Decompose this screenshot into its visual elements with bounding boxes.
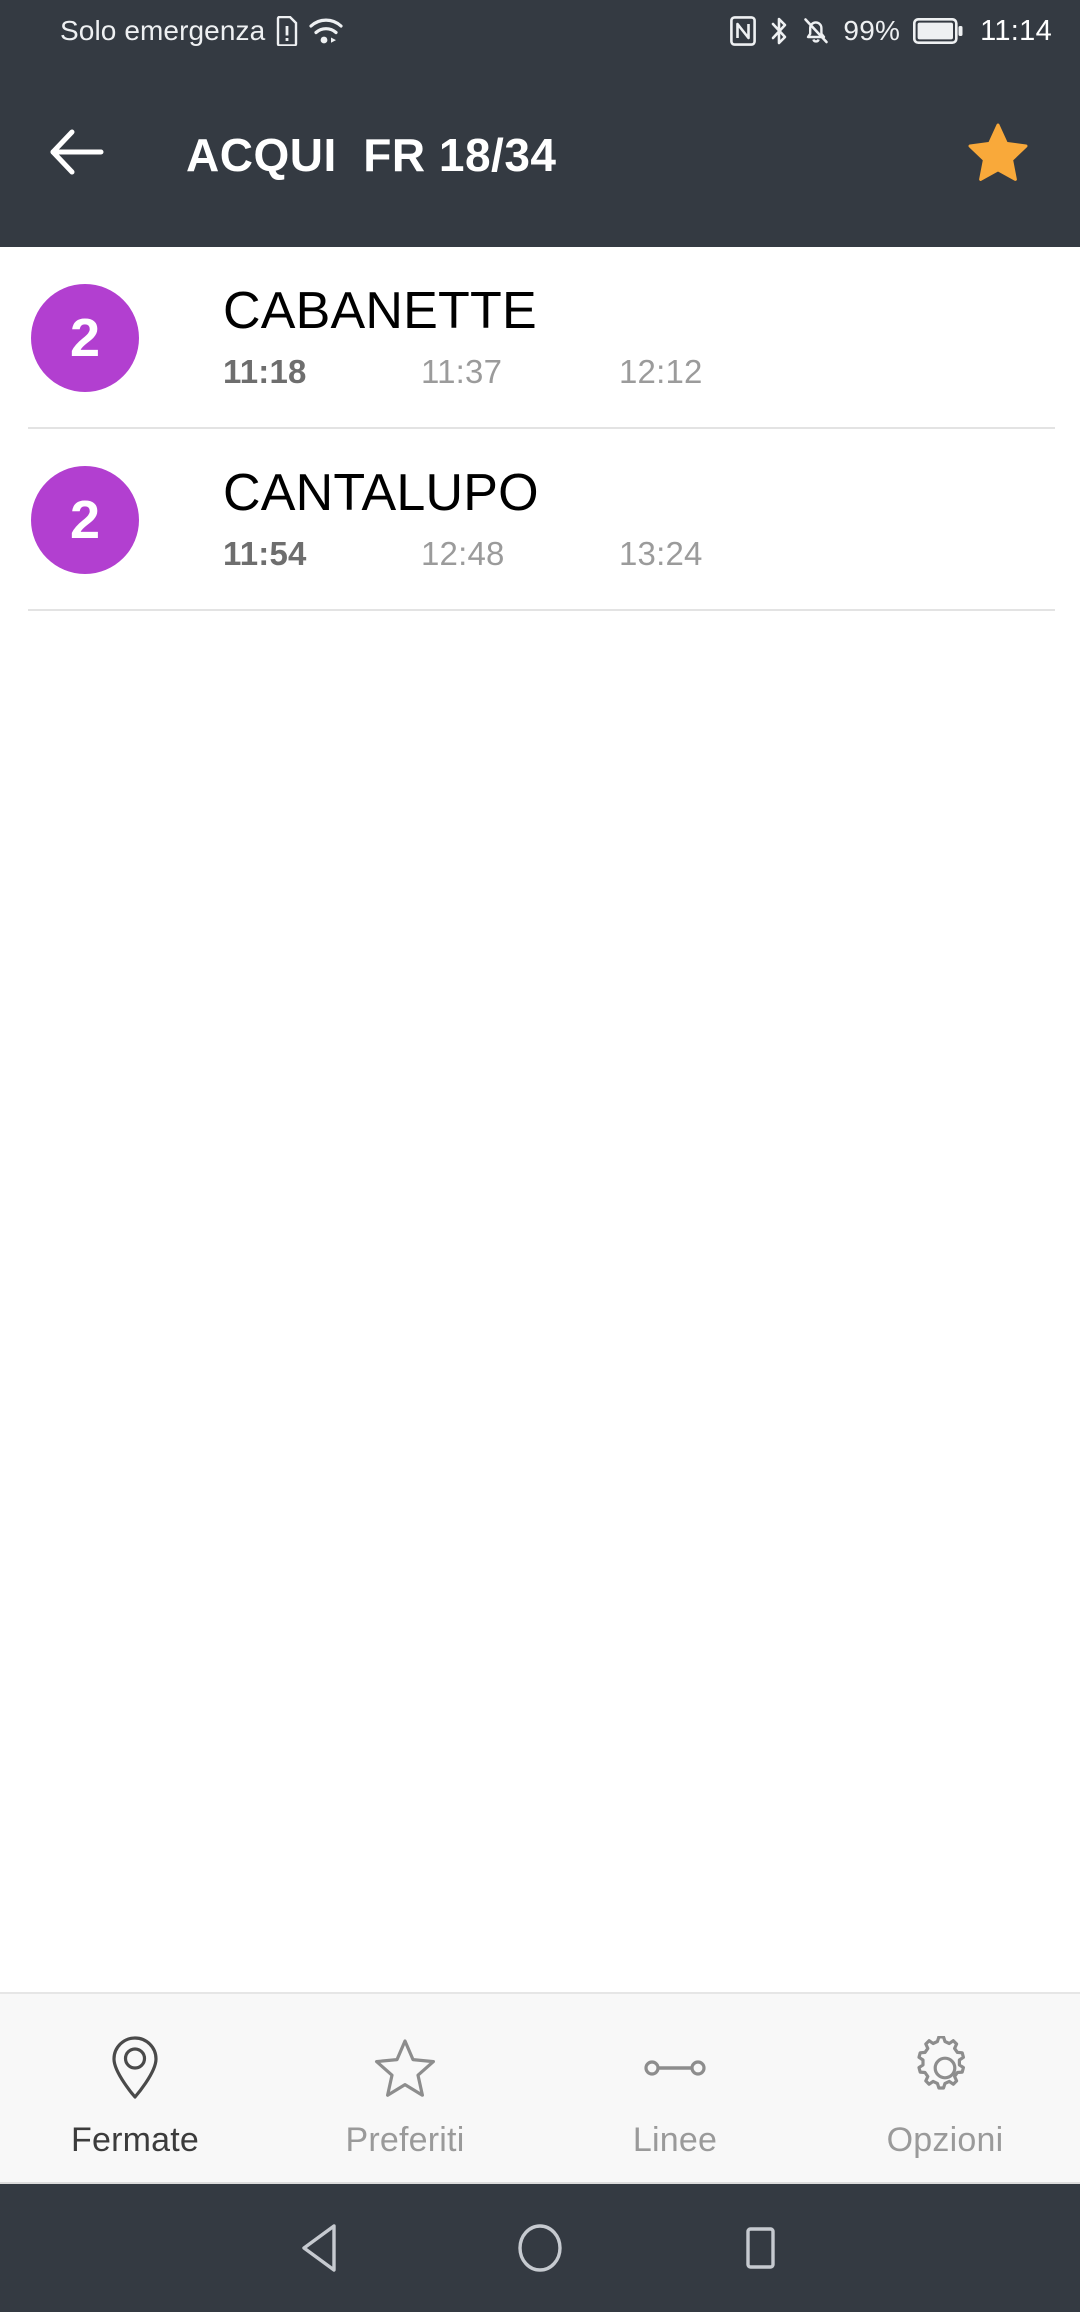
arrow-left-icon xyxy=(48,129,106,180)
table-row[interactable]: 2 CABANETTE 11:18 11:37 12:12 xyxy=(0,247,1080,429)
app-bar: ACQUI FR 18/34 xyxy=(0,62,1080,247)
circle-home-icon xyxy=(516,2223,564,2273)
tab-label: Opzioni xyxy=(886,2121,1004,2159)
tab-label: Preferiti xyxy=(345,2121,465,2159)
wifi-icon xyxy=(309,17,343,45)
stop-name: CABANETTE xyxy=(223,281,537,340)
tab-label: Linee xyxy=(632,2121,718,2159)
table-row[interactable]: 2 CANTALUPO 11:54 12:48 13:24 xyxy=(0,429,1080,611)
line-badge: 2 xyxy=(31,466,139,574)
status-bar-left: Solo emergenza xyxy=(28,16,730,46)
status-bar: Solo emergenza 99% 11:14 xyxy=(0,0,1080,62)
android-home-button[interactable] xyxy=(430,2184,650,2312)
departure-time-next: 11:18 xyxy=(223,353,307,391)
android-navigation-bar xyxy=(0,2184,1080,2312)
star-filled-icon xyxy=(967,122,1029,187)
phone-screen: Solo emergenza 99% 11:14 ACQUI FR 18/34 … xyxy=(0,0,1080,2312)
star-outline-icon xyxy=(373,2025,437,2111)
bluetooth-icon xyxy=(769,16,789,46)
bell-muted-icon xyxy=(802,16,830,46)
tab-preferiti[interactable]: Preferiti xyxy=(270,1994,540,2182)
android-recents-button[interactable] xyxy=(650,2184,870,2312)
status-bar-clock: 11:14 xyxy=(980,14,1052,47)
gear-icon xyxy=(913,2025,977,2111)
stops-list: 2 CABANETTE 11:18 11:37 12:12 2 CANTALUP… xyxy=(0,247,1080,1992)
tab-opzioni[interactable]: Opzioni xyxy=(810,1994,1080,2182)
carrier-label: Solo emergenza xyxy=(60,15,266,46)
status-bar-right: 99% 11:14 xyxy=(730,16,1052,46)
stop-name: CANTALUPO xyxy=(223,463,539,522)
favorite-toggle-button[interactable] xyxy=(960,117,1036,193)
departure-time-next: 11:54 xyxy=(223,535,307,573)
bottom-navigation: Fermate Preferiti Linee Opzioni xyxy=(0,1992,1080,2184)
departure-time: 13:24 xyxy=(619,535,703,573)
tab-label: Fermate xyxy=(71,2121,199,2159)
tab-fermate[interactable]: Fermate xyxy=(0,1994,270,2182)
tab-linee[interactable]: Linee xyxy=(540,1994,810,2182)
square-recents-icon xyxy=(738,2223,782,2273)
battery-percent-label: 99% xyxy=(843,15,901,46)
map-pin-icon xyxy=(108,2025,162,2111)
departure-time: 11:37 xyxy=(421,353,503,391)
nfc-icon xyxy=(730,16,757,46)
triangle-back-icon xyxy=(298,2223,342,2273)
stop-info: CANTALUPO 11:54 12:48 13:24 xyxy=(223,454,1052,586)
android-back-button[interactable] xyxy=(210,2184,430,2312)
transit-line-icon xyxy=(641,2025,709,2111)
battery-full-icon xyxy=(913,18,963,44)
departure-times: 11:54 12:48 13:24 xyxy=(223,537,1052,570)
page-title: ACQUI FR 18/34 xyxy=(186,128,557,181)
departure-time: 12:12 xyxy=(619,353,703,391)
departure-time: 12:48 xyxy=(421,535,505,573)
departure-times: 11:18 11:37 12:12 xyxy=(223,355,1052,388)
back-button[interactable] xyxy=(48,124,110,186)
sim-alert-icon xyxy=(276,16,298,46)
line-badge: 2 xyxy=(31,284,139,392)
stop-info: CABANETTE 11:18 11:37 12:12 xyxy=(223,272,1052,404)
